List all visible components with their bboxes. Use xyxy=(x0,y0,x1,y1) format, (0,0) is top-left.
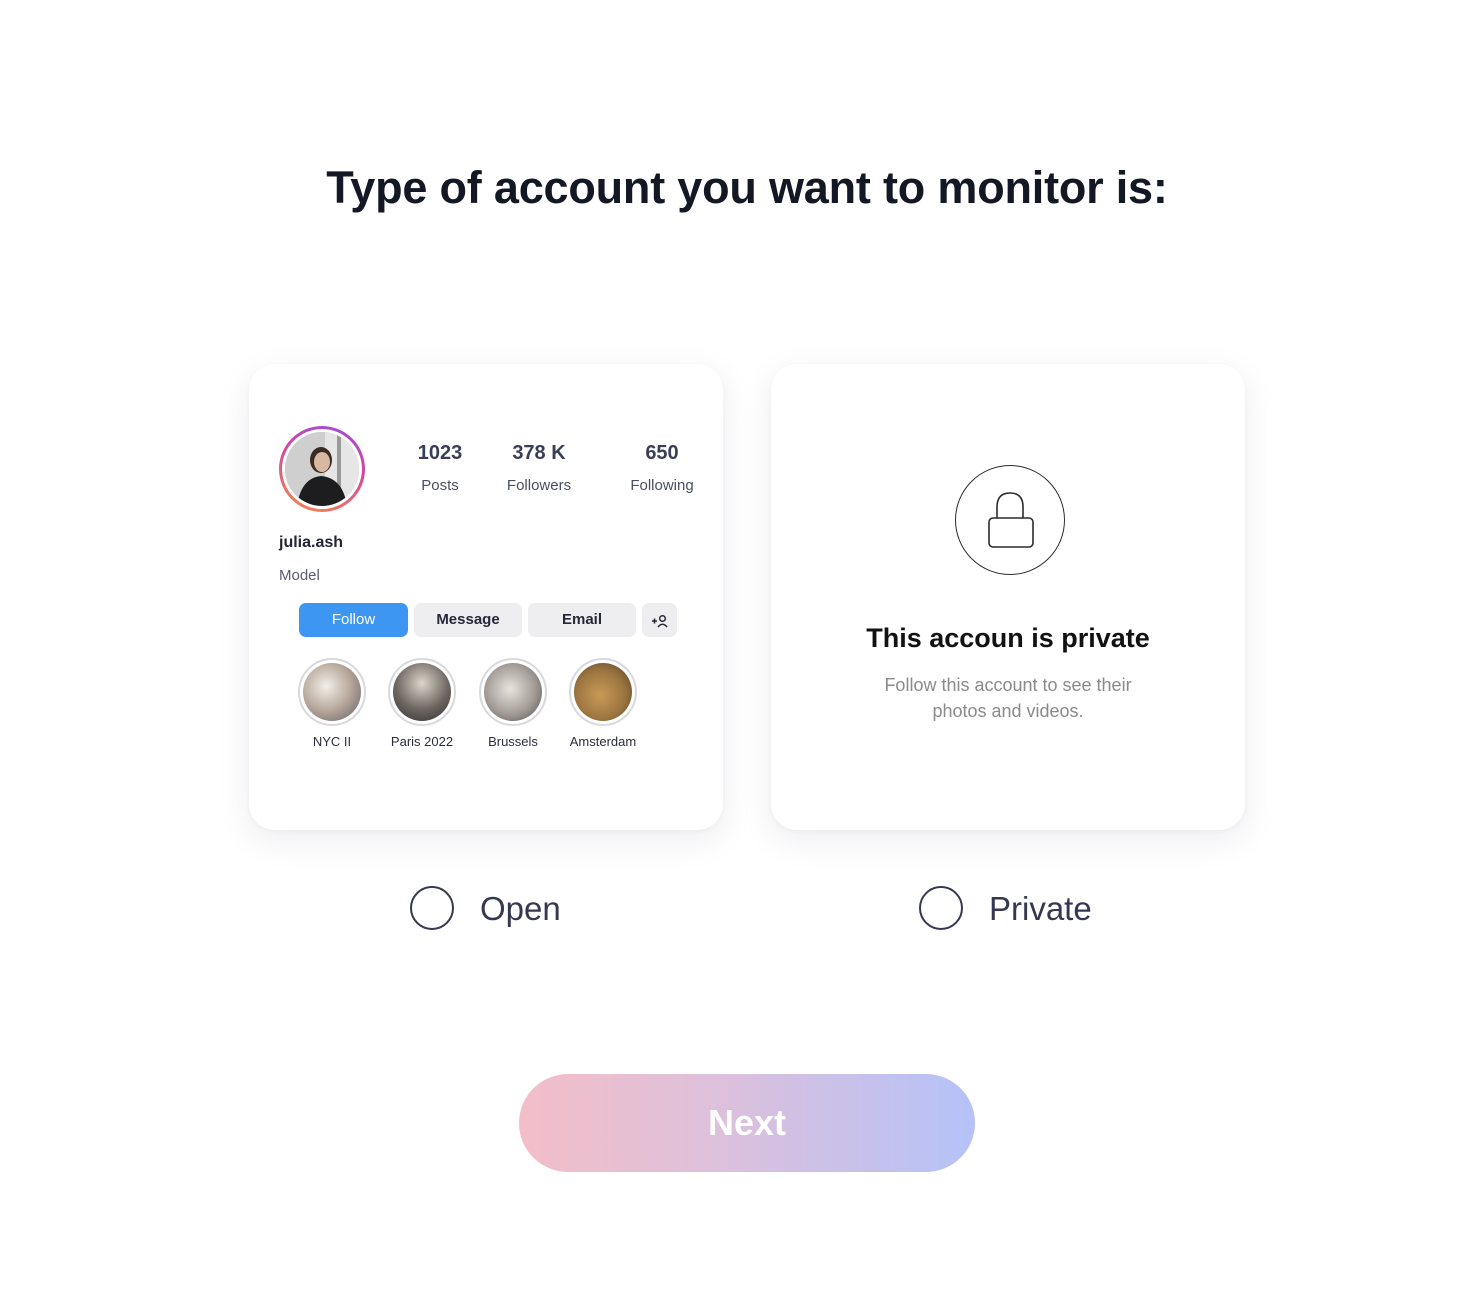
posts-stat: 1023 Posts xyxy=(390,442,490,494)
open-radio[interactable] xyxy=(410,886,454,930)
story-label: NYC II xyxy=(312,734,352,749)
following-count: 650 xyxy=(645,442,679,464)
private-radio[interactable] xyxy=(919,886,963,930)
following-stat: 650 Following xyxy=(612,442,712,494)
story-label: Paris 2022 xyxy=(390,734,454,749)
follow-button[interactable]: Follow xyxy=(299,603,408,637)
private-option-label: Private xyxy=(989,890,1092,927)
avatar-photo xyxy=(285,432,359,506)
story-label: Brussels xyxy=(488,734,538,749)
followers-stat: 378 K Followers xyxy=(489,442,589,494)
message-button[interactable]: Message xyxy=(414,603,522,637)
page-title: Type of account you want to monitor is: xyxy=(326,162,1168,213)
private-subtitle: Follow this account to see their photos … xyxy=(884,675,1132,721)
lock-icon xyxy=(955,465,1065,575)
open-account-card[interactable]: 1023 Posts 378 K Followers 650 Following… xyxy=(249,364,723,830)
open-option-label: Open xyxy=(480,890,561,927)
story-highlight[interactable]: Amsterdam xyxy=(558,658,648,749)
private-title: This accoun is private xyxy=(866,623,1150,653)
following-label: Following xyxy=(630,477,694,494)
bio: Model xyxy=(279,567,320,584)
story-highlight[interactable]: NYC II xyxy=(287,658,377,749)
private-account-card[interactable]: This accoun is private Follow this accou… xyxy=(771,364,1245,830)
add-person-button[interactable] xyxy=(642,603,677,637)
posts-count: 1023 xyxy=(417,442,463,464)
followers-label: Followers xyxy=(506,477,572,494)
posts-label: Posts xyxy=(421,477,459,494)
next-button[interactable]: Next xyxy=(519,1074,975,1172)
story-label: Amsterdam xyxy=(569,734,637,749)
followers-count: 378 K xyxy=(512,442,566,464)
add-person-icon xyxy=(651,613,669,628)
story-highlight[interactable]: Paris 2022 xyxy=(377,658,467,749)
story-highlight[interactable]: Brussels xyxy=(468,658,558,749)
username: julia.ash xyxy=(279,534,344,551)
avatar xyxy=(279,426,365,512)
email-button[interactable]: Email xyxy=(528,603,636,637)
